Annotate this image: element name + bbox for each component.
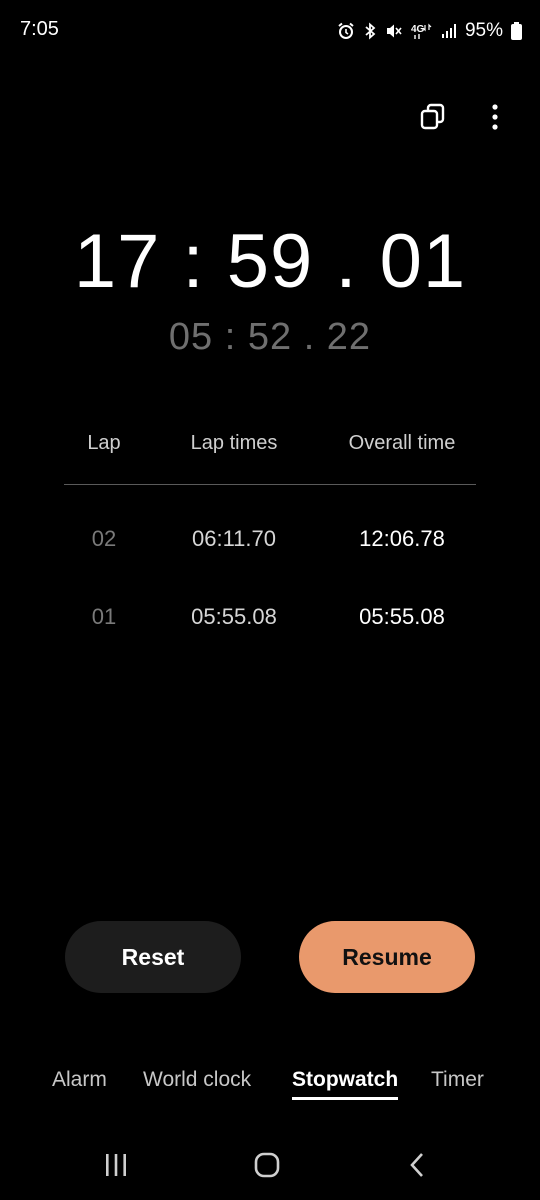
status-bar: 7:05 4G 95% (0, 0, 540, 60)
status-time: 7:05 (20, 18, 59, 40)
more-options-icon[interactable] (478, 100, 512, 134)
tab-alarm[interactable]: Alarm (52, 1068, 107, 1092)
mute-icon (385, 22, 403, 40)
current-lap-time: 05 : 52 . 22 (168, 316, 372, 358)
active-tab-indicator (292, 1097, 399, 1100)
lap-overall-time: 05:55.08 (359, 604, 445, 629)
network-4g-icon: 4G (411, 22, 433, 40)
bluetooth-icon (363, 22, 377, 40)
alarm-icon (337, 22, 355, 40)
lap-time: 06:11.70 (191, 526, 276, 551)
header-lap-times: Lap times (190, 432, 278, 454)
lap-overall-time: 12:06.78 (359, 526, 445, 551)
signal-icon (441, 23, 457, 39)
total-elapsed-time: 17 : 59 . 01 (73, 219, 467, 304)
reset-button[interactable]: Reset (65, 921, 241, 993)
lap-row: 02 06:11.70 12:06.78 (64, 526, 476, 560)
lap-number: 01 (91, 604, 117, 629)
lap-table-divider (64, 484, 476, 485)
popup-view-icon[interactable] (416, 100, 450, 134)
battery-percent: 95% (464, 20, 503, 41)
header-lap: Lap (87, 432, 121, 454)
home-icon[interactable] (247, 1148, 287, 1182)
lap-time: 05:55.08 (191, 604, 277, 629)
tab-timer[interactable]: Timer (431, 1068, 484, 1092)
status-icons: 4G 95% (337, 18, 522, 44)
svg-text:4G: 4G (411, 24, 425, 35)
resume-button[interactable]: Resume (299, 921, 475, 993)
bottom-tabs: Alarm World clock Stopwatch Timer (0, 1068, 540, 1108)
lap-row: 01 05:55.08 05:55.08 (64, 604, 476, 638)
lap-number: 02 (91, 526, 117, 551)
battery-icon (511, 22, 522, 40)
lap-table-header: Lap Lap times Overall time (64, 432, 476, 462)
top-actions (416, 100, 512, 134)
tab-stopwatch[interactable]: Stopwatch (292, 1068, 399, 1100)
navigation-bar (0, 1140, 540, 1190)
tab-stopwatch-label: Stopwatch (292, 1068, 399, 1091)
tab-world-clock[interactable]: World clock (143, 1068, 251, 1092)
recent-apps-icon[interactable] (96, 1148, 136, 1182)
header-overall-time: Overall time (348, 432, 456, 454)
back-icon[interactable] (398, 1148, 438, 1182)
